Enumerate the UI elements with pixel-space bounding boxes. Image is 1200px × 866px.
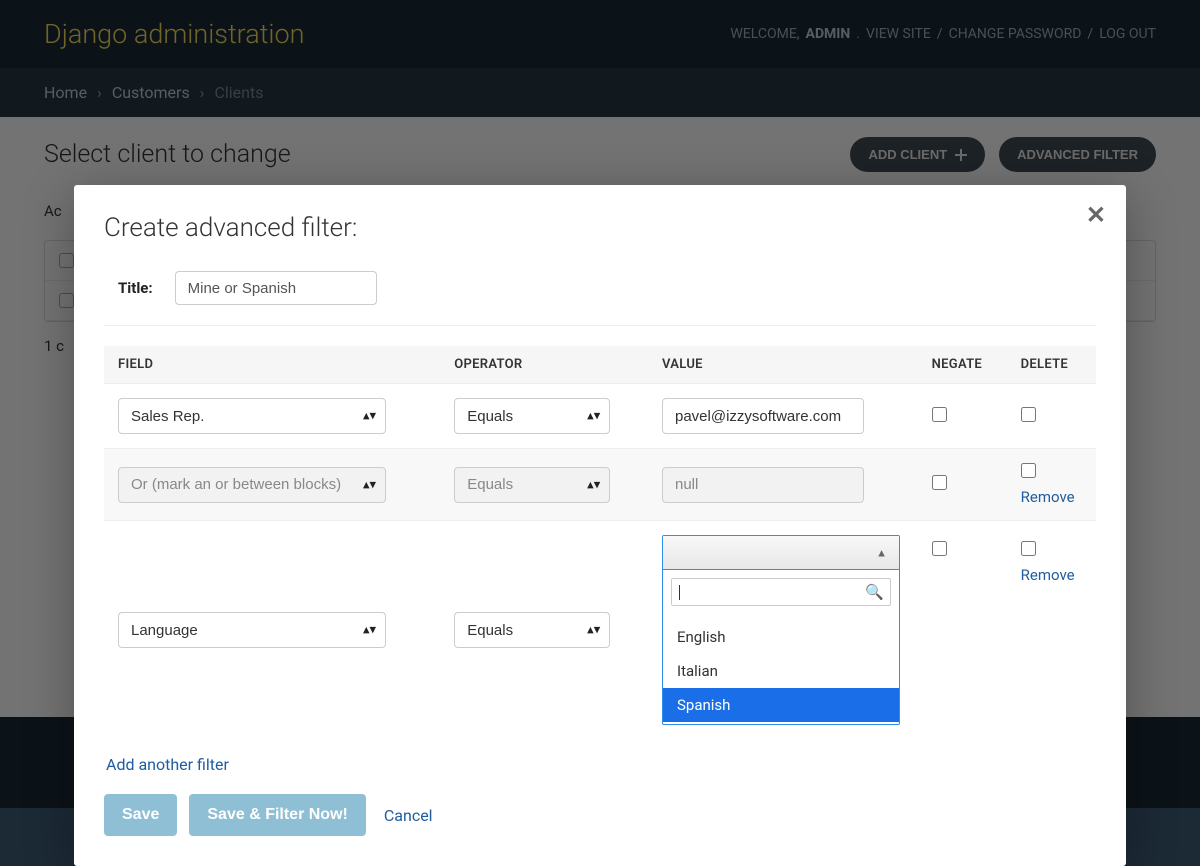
- save-and-filter-button[interactable]: Save & Filter Now!: [189, 794, 365, 836]
- col-negate: NEGATE: [918, 346, 1007, 384]
- combobox-listbox: EnglishItalianSpanish: [663, 614, 899, 724]
- delete-checkbox[interactable]: [1021, 541, 1036, 556]
- col-operator: OPERATOR: [440, 346, 648, 384]
- operator-select[interactable]: Equals: [454, 467, 610, 503]
- cancel-link[interactable]: Cancel: [384, 806, 433, 825]
- search-icon: 🔍: [865, 583, 884, 601]
- delete-checkbox[interactable]: [1021, 407, 1036, 422]
- operator-select[interactable]: Equals: [454, 398, 610, 434]
- value-input[interactable]: [662, 398, 864, 434]
- field-select[interactable]: Language: [118, 612, 386, 648]
- filter-table: FIELD OPERATOR VALUE NEGATE DELETE Sales…: [104, 346, 1096, 739]
- title-label: Title:: [118, 279, 153, 297]
- filter-row: Language▴▾ Equals▴▾ ▲ 🔍 Engli: [104, 521, 1096, 740]
- negate-checkbox[interactable]: [932, 475, 947, 490]
- modal-title: Create advanced filter:: [104, 213, 1096, 243]
- negate-checkbox[interactable]: [932, 541, 947, 556]
- value-combobox[interactable]: ▲ 🔍 EnglishItalianSpanish: [662, 535, 900, 725]
- add-another-filter-link[interactable]: Add another filter: [106, 755, 229, 774]
- combobox-option[interactable]: Italian: [663, 654, 899, 688]
- value-input[interactable]: [662, 467, 864, 503]
- combobox-option[interactable]: English: [663, 620, 899, 654]
- combobox-search-input[interactable]: 🔍: [671, 578, 891, 606]
- filter-row: Sales Rep.▴▾ Equals▴▾: [104, 384, 1096, 449]
- field-select[interactable]: Or (mark an or between blocks): [118, 467, 386, 503]
- field-select[interactable]: Sales Rep.: [118, 398, 386, 434]
- operator-select[interactable]: Equals: [454, 612, 610, 648]
- col-field: FIELD: [104, 346, 440, 384]
- negate-checkbox[interactable]: [932, 407, 947, 422]
- filter-title-input[interactable]: [175, 271, 377, 305]
- remove-link[interactable]: Remove: [1021, 488, 1082, 506]
- advanced-filter-modal: ✕ Create advanced filter: Title: FIELD O…: [74, 185, 1126, 866]
- delete-checkbox[interactable]: [1021, 463, 1036, 478]
- combobox-option[interactable]: Spanish: [663, 688, 899, 722]
- chevron-up-icon: ▲: [876, 546, 887, 559]
- close-icon[interactable]: ✕: [1086, 201, 1106, 229]
- col-value: VALUE: [648, 346, 918, 384]
- remove-link[interactable]: Remove: [1021, 566, 1082, 584]
- save-button[interactable]: Save: [104, 794, 177, 836]
- col-delete: DELETE: [1007, 346, 1096, 384]
- combobox-trigger[interactable]: ▲: [663, 536, 899, 570]
- filter-row: Or (mark an or between blocks)▴▾ Equals▴…: [104, 449, 1096, 521]
